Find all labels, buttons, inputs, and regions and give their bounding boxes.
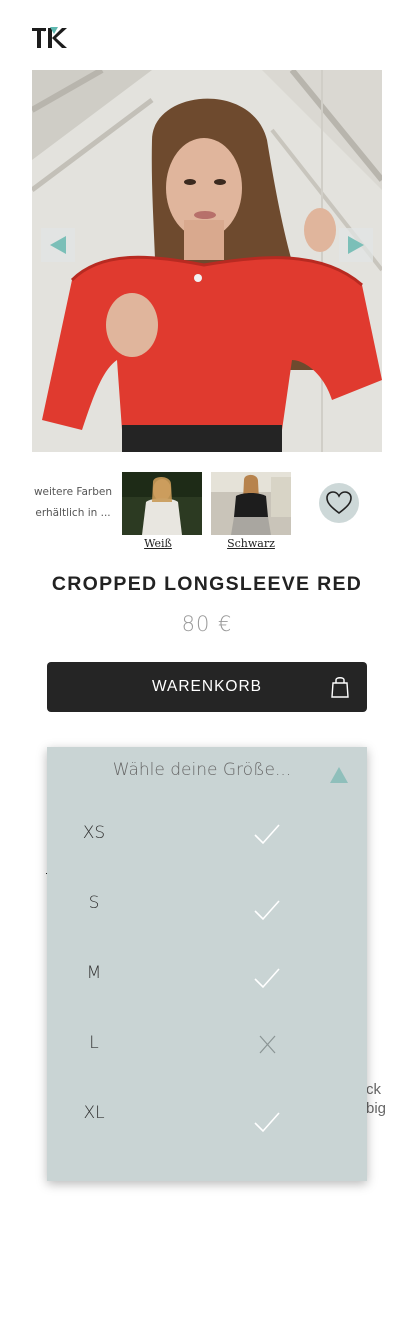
size-option-m[interactable]: M (47, 945, 367, 1005)
background-text-line2: big (366, 1100, 387, 1117)
size-label: XL (83, 1103, 105, 1123)
more-colors-label: weitere Farben erhältlich in ... (33, 486, 113, 519)
gallery-next-button[interactable] (339, 228, 373, 262)
check-icon (254, 1112, 280, 1133)
heart-icon (326, 491, 352, 515)
size-dropdown[interactable]: Wähle deine Größe... XS S M L XL (47, 747, 367, 1181)
wishlist-button[interactable] (319, 483, 359, 523)
product-price: 80 € (181, 612, 233, 636)
arrow-right-icon (348, 236, 364, 254)
product-image[interactable] (32, 70, 382, 452)
arrow-left-icon (50, 236, 66, 254)
color-label-black[interactable]: Schwarz (211, 537, 291, 550)
brand-logo[interactable] (32, 24, 72, 52)
size-option-s[interactable]: S (47, 875, 367, 935)
color-swatch-white[interactable] (122, 472, 202, 535)
background-text: ck big (366, 1080, 386, 1118)
check-icon (254, 968, 280, 989)
background-text-line1: ck (366, 1081, 381, 1098)
check-icon (254, 900, 280, 921)
size-option-l[interactable]: L (47, 1015, 367, 1075)
size-label: XS (82, 823, 106, 843)
shopping-bag-icon (331, 677, 349, 698)
caret-up-icon (330, 767, 348, 783)
product-title: CROPPED LONGSLEEVE RED (51, 573, 363, 595)
size-label: S (88, 893, 100, 913)
add-to-cart-label: WARENKORB (151, 678, 263, 695)
unavailable-x-icon (259, 1035, 276, 1054)
size-dropdown-header[interactable]: Wähle deine Größe... (47, 757, 367, 787)
color-swatch-black[interactable] (211, 472, 291, 535)
gallery-prev-button[interactable] (41, 228, 75, 262)
size-placeholder: Wähle deine Größe... (112, 760, 292, 780)
size-label: M (86, 963, 102, 983)
size-option-xs[interactable]: XS (47, 805, 367, 865)
add-to-cart-button[interactable]: WARENKORB (47, 662, 367, 712)
check-icon (254, 824, 280, 845)
size-label: L (89, 1033, 99, 1053)
color-label-white[interactable]: Weiß (118, 537, 198, 550)
size-option-xl[interactable]: XL (47, 1085, 367, 1145)
